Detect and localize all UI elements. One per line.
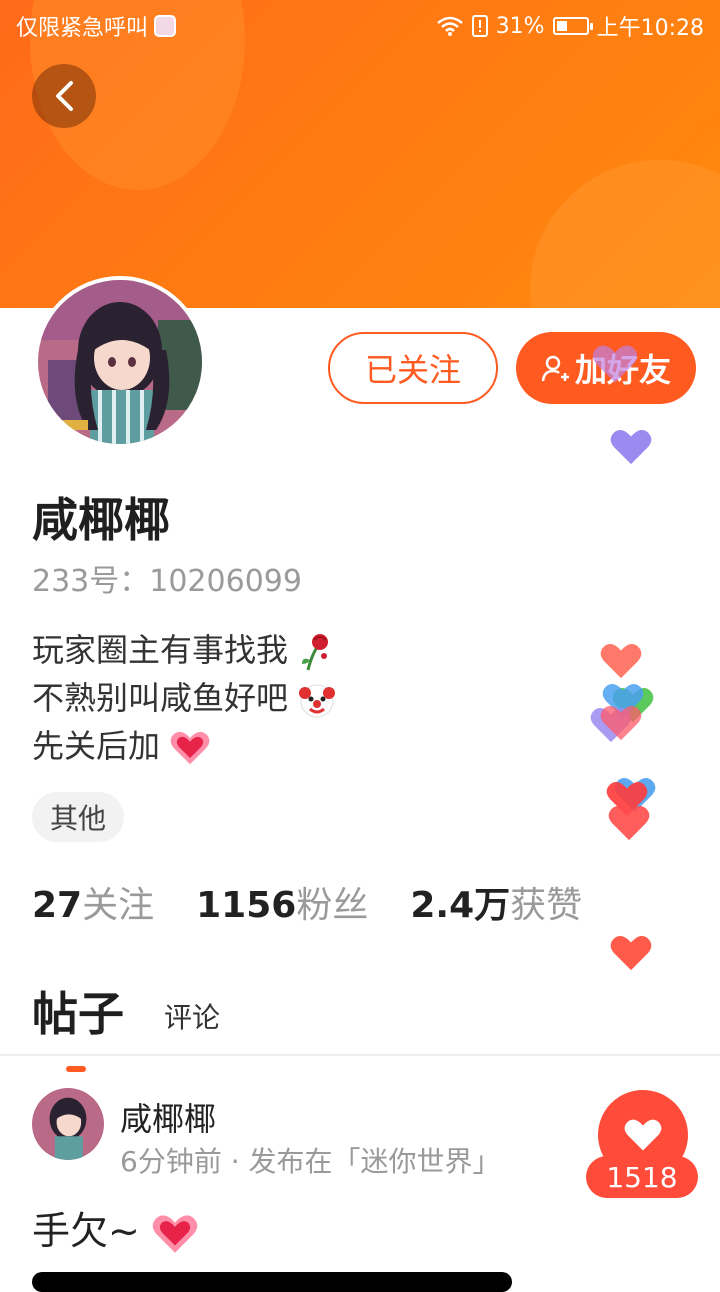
tab-comments[interactable]: 评论: [164, 996, 220, 1044]
heart-icon: [624, 1119, 662, 1151]
tab-posts[interactable]: 帖子: [32, 978, 124, 1072]
profile-name: 咸椰椰: [32, 493, 170, 547]
profile-avatar[interactable]: [34, 276, 206, 448]
sparkling-heart-icon: [170, 731, 210, 765]
back-button[interactable]: [32, 64, 96, 128]
battery-icon: [552, 17, 593, 35]
floating-heart-icon: [610, 936, 652, 971]
bio-line: 不熟别叫咸鱼好吧: [32, 674, 336, 722]
notification-app-icon: [154, 15, 177, 37]
floating-heart-icon: [610, 430, 652, 465]
floating-heart-icon: [600, 706, 642, 741]
like-count-badge: 1518: [586, 1156, 698, 1198]
profile-stats: 27关注 1156粉丝 2.4万获赞: [32, 876, 582, 928]
battery-percent: 31%: [495, 13, 545, 39]
avatar-image: [38, 280, 202, 444]
carrier-text: 仅限紧急呼叫: [16, 16, 149, 41]
post-author-avatar[interactable]: [32, 1088, 104, 1160]
banner-decoration: [530, 160, 720, 308]
sim-alert-icon: [471, 15, 488, 37]
add-user-icon: [541, 355, 569, 382]
status-bar: 仅限紧急呼叫 31% 上午10:28: [0, 0, 720, 50]
bio-line: 先关后加: [32, 722, 336, 770]
sparkling-heart-icon: [152, 1214, 198, 1253]
post-author-name[interactable]: 咸椰椰: [120, 1094, 216, 1140]
post-media-preview[interactable]: [32, 1272, 512, 1292]
divider: [0, 1054, 720, 1056]
clown-face-icon: [299, 684, 336, 718]
post-text: 手欠~: [32, 1200, 198, 1255]
stat-likes: 2.4万获赞: [410, 885, 583, 926]
post-meta: 6分钟前 · 发布在「迷你世界」: [120, 1145, 501, 1178]
floating-heart-icon: [608, 806, 650, 841]
profile-bio: 玩家圈主有事找我 不熟别叫咸鱼好吧 先关后加: [32, 626, 336, 770]
following-button[interactable]: 已关注: [328, 332, 498, 404]
floating-heart-icon: [592, 345, 638, 383]
profile-tag[interactable]: 其他: [32, 792, 125, 842]
floating-heart-icon: [600, 644, 642, 679]
profile-id: 233号：10206099: [32, 564, 302, 599]
content-tabs: 帖子 评论: [32, 978, 220, 1072]
following-label: 已关注: [364, 351, 461, 389]
wifi-icon: [436, 16, 463, 36]
wilted-rose-icon: [302, 634, 329, 671]
stat-followers[interactable]: 1156粉丝: [196, 876, 368, 928]
chevron-left-icon: [56, 81, 73, 111]
stat-following[interactable]: 27关注: [32, 876, 154, 928]
bio-line: 玩家圈主有事找我: [32, 626, 336, 674]
clock: 上午10:28: [596, 16, 704, 41]
